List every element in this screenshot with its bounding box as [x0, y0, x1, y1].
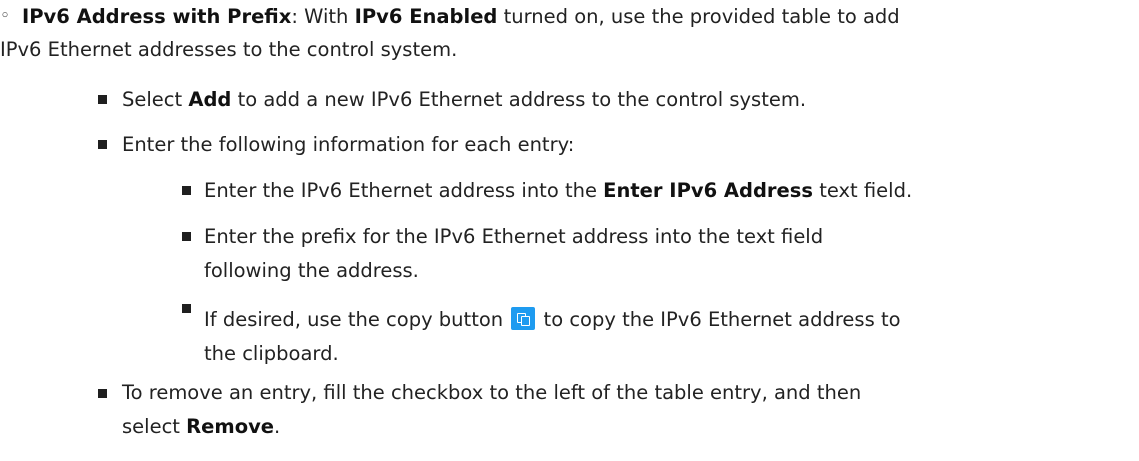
copy-instruction-line2: the clipboard. — [204, 342, 339, 365]
square-bullet-icon — [182, 304, 191, 313]
square-bullet-icon — [182, 232, 191, 241]
term-enter-ipv6-address: Enter IPv6 Address — [603, 179, 813, 202]
enter-address-instruction: Enter the IPv6 Ethernet address into the… — [204, 179, 913, 202]
enter-info-instruction: Enter the following information for each… — [122, 133, 575, 156]
enter-prefix-instruction-line1: Enter the prefix for the IPv6 Ethernet a… — [204, 225, 824, 248]
remove-instruction-line2: select Remove. — [122, 415, 281, 438]
term-remove: Remove — [186, 415, 275, 438]
square-bullet-icon — [98, 389, 107, 398]
term-ipv6-address-with-prefix: IPv6 Address with Prefix — [22, 5, 292, 28]
enter-prefix-instruction-line2: following the address. — [204, 259, 419, 282]
square-bullet-icon — [98, 95, 107, 104]
circle-bullet-icon: ◦ — [0, 6, 11, 26]
square-bullet-icon — [182, 186, 191, 195]
remove-instruction-line1: To remove an entry, fill the checkbox to… — [122, 381, 862, 404]
copy-instruction-line1: If desired, use the copy button to copy … — [204, 307, 901, 331]
copy-icon[interactable] — [511, 307, 536, 330]
ipv6-prefix-paragraph-line1: IPv6 Address with Prefix: With IPv6 Enab… — [22, 5, 900, 28]
term-add: Add — [188, 88, 232, 111]
select-add-instruction: Select Add to add a new IPv6 Ethernet ad… — [122, 88, 807, 111]
term-ipv6-enabled: IPv6 Enabled — [354, 5, 498, 28]
ipv6-prefix-paragraph-line2: IPv6 Ethernet addresses to the control s… — [0, 38, 458, 61]
square-bullet-icon — [98, 140, 107, 149]
